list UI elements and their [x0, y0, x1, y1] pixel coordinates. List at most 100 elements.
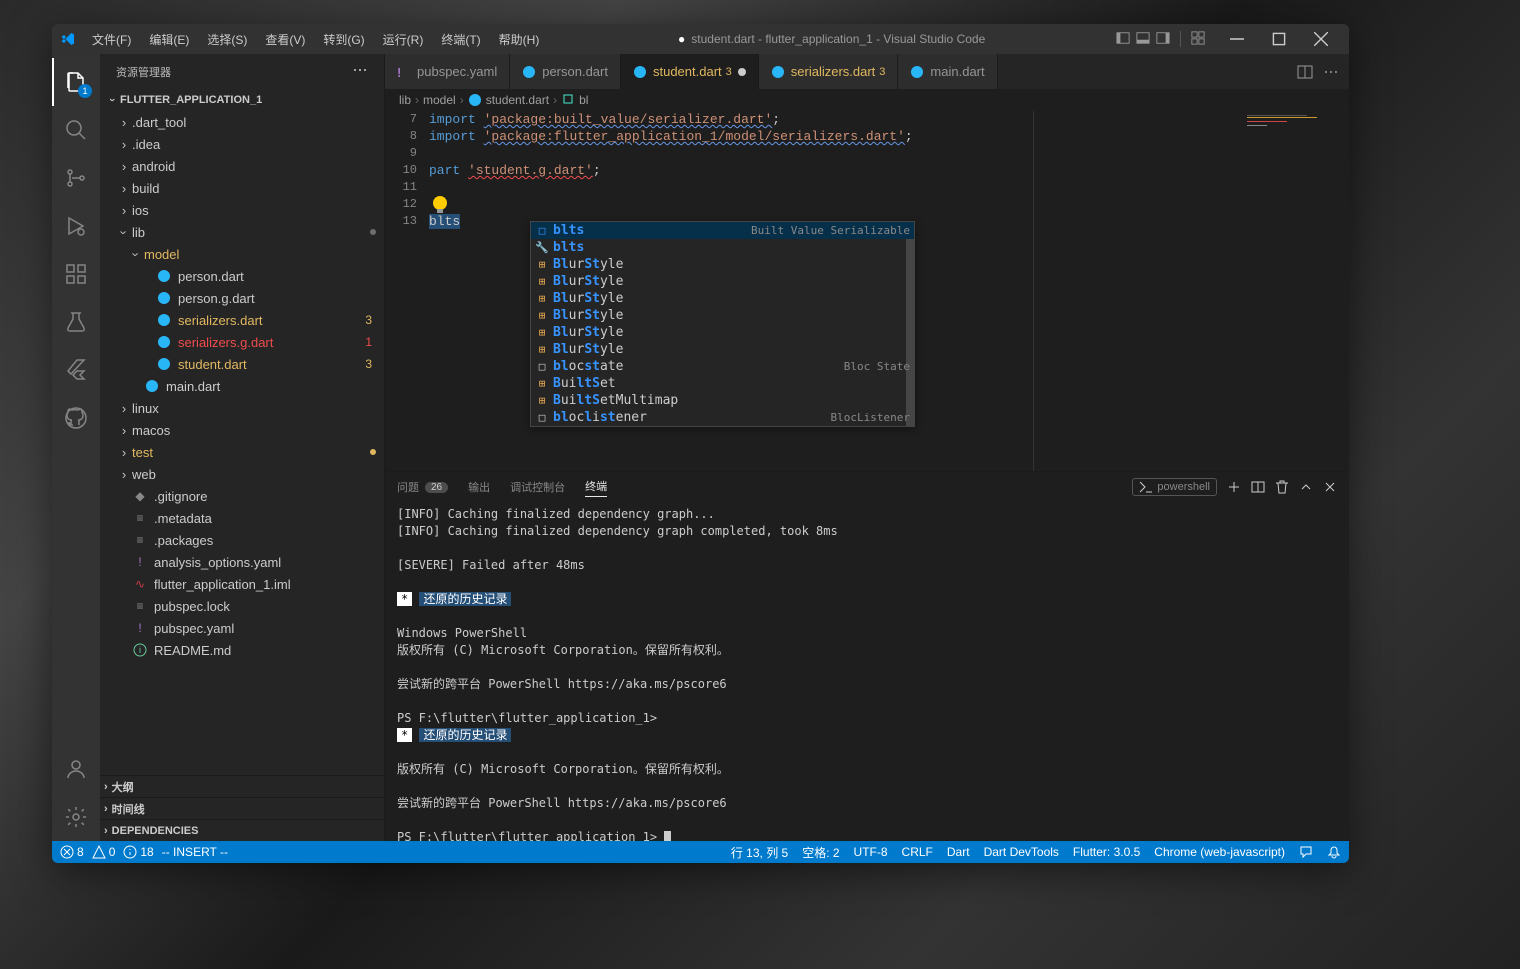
project-root[interactable]: › FLUTTER_APPLICATION_1 — [100, 89, 384, 111]
extensions-icon[interactable] — [52, 250, 100, 298]
menu-item[interactable]: 查看(V) — [257, 27, 313, 52]
folder-item[interactable]: ›test — [100, 441, 384, 463]
suggest-item[interactable]: ⊞BuiltSet — [531, 375, 914, 392]
suggest-item[interactable]: ⊞BlurStyle — [531, 273, 914, 290]
editor-tab[interactable]: person.dart — [510, 54, 621, 89]
run-icon[interactable] — [52, 202, 100, 250]
suggest-item[interactable]: □bltsBuilt Value Serializable — [531, 222, 914, 239]
suggest-item[interactable]: □blocstateBloc State — [531, 358, 914, 375]
file-item[interactable]: student.dart3 — [100, 353, 384, 375]
editor-tab[interactable]: main.dart — [898, 54, 997, 89]
status-info[interactable]: 18 — [123, 845, 153, 859]
folder-item[interactable]: ›build — [100, 177, 384, 199]
terminal-shell-select[interactable]: powershell — [1132, 478, 1217, 496]
file-item[interactable]: ≡.metadata — [100, 507, 384, 529]
folder-item[interactable]: ›web — [100, 463, 384, 485]
status-item[interactable]: UTF-8 — [854, 845, 888, 859]
more-icon[interactable] — [1323, 64, 1339, 80]
file-item[interactable]: !pubspec.yaml — [100, 617, 384, 639]
file-item[interactable]: iREADME.md — [100, 639, 384, 661]
menu-item[interactable]: 帮助(H) — [491, 27, 548, 52]
file-item[interactable]: ◆.gitignore — [100, 485, 384, 507]
split-terminal-icon[interactable] — [1251, 480, 1265, 494]
status-item[interactable]: 行 13, 列 5 — [731, 844, 788, 861]
sidebar-more-icon[interactable] — [352, 62, 368, 81]
testing-icon[interactable] — [52, 298, 100, 346]
menu-item[interactable]: 文件(F) — [84, 27, 139, 52]
file-item[interactable]: person.dart — [100, 265, 384, 287]
editor-tab[interactable]: student.dart3 — [621, 54, 759, 89]
account-icon[interactable] — [52, 745, 100, 793]
status-errors[interactable]: 8 — [60, 845, 84, 859]
layout-icon[interactable] — [1136, 31, 1150, 45]
minimize-button[interactable] — [1217, 24, 1257, 54]
feedback-icon[interactable] — [1299, 845, 1313, 859]
folder-item[interactable]: ›ios — [100, 199, 384, 221]
menu-item[interactable]: 选择(S) — [199, 27, 255, 52]
split-editor-icon[interactable] — [1297, 64, 1313, 80]
chevron-up-icon[interactable] — [1299, 480, 1313, 494]
explorer-icon[interactable]: 1 — [52, 58, 100, 106]
menu-item[interactable]: 编辑(E) — [141, 27, 197, 52]
folder-item[interactable]: ›.dart_tool — [100, 111, 384, 133]
status-item[interactable]: 空格: 2 — [802, 844, 839, 861]
file-item[interactable]: ≡.packages — [100, 529, 384, 551]
suggest-item[interactable]: ⊞BlurStyle — [531, 324, 914, 341]
editor-tab[interactable]: serializers.dart3 — [759, 54, 899, 89]
editor-tab[interactable]: !pubspec.yaml — [385, 54, 510, 89]
panel-tab[interactable]: 输出 — [468, 479, 490, 495]
menu-item[interactable]: 转到(G) — [315, 27, 372, 52]
suggest-item[interactable]: □bloclistenerBlocListener — [531, 409, 914, 426]
source-control-icon[interactable] — [52, 154, 100, 202]
suggest-widget[interactable]: □bltsBuilt Value Serializable🔧blts⊞BlurS… — [530, 221, 915, 427]
status-warnings[interactable]: 0 — [92, 845, 116, 859]
suggest-item[interactable]: ⊞BlurStyle — [531, 256, 914, 273]
folder-item[interactable]: ›linux — [100, 397, 384, 419]
lightbulb-icon[interactable] — [433, 196, 447, 210]
layout-icon[interactable] — [1156, 31, 1170, 45]
menu-item[interactable]: 运行(R) — [375, 27, 432, 52]
file-item[interactable]: person.g.dart — [100, 287, 384, 309]
maximize-button[interactable] — [1259, 24, 1299, 54]
sidebar-section[interactable]: ›时间线 — [100, 797, 384, 819]
suggest-item[interactable]: ⊞BlurStyle — [531, 290, 914, 307]
folder-item[interactable]: ›android — [100, 155, 384, 177]
folder-item[interactable]: ›lib — [100, 221, 384, 243]
panel-tab[interactable]: 调试控制台 — [510, 479, 565, 495]
sidebar-section[interactable]: ›DEPENDENCIES — [100, 819, 384, 841]
status-item[interactable]: Dart — [947, 845, 970, 859]
customize-layout-icon[interactable] — [1191, 31, 1205, 45]
folder-item[interactable]: ›macos — [100, 419, 384, 441]
layout-icon[interactable] — [1116, 31, 1130, 45]
trash-icon[interactable] — [1275, 480, 1289, 494]
file-item[interactable]: ∿flutter_application_1.iml — [100, 573, 384, 595]
panel-tab[interactable]: 问题26 — [397, 479, 448, 495]
new-terminal-icon[interactable] — [1227, 480, 1241, 494]
github-icon[interactable] — [52, 394, 100, 442]
panel-tab[interactable]: 终端 — [585, 478, 607, 497]
settings-icon[interactable] — [52, 793, 100, 841]
search-icon[interactable] — [52, 106, 100, 154]
minimap[interactable] — [1239, 111, 1349, 471]
menu-item[interactable]: 终端(T) — [433, 27, 488, 52]
close-button[interactable] — [1301, 24, 1341, 54]
file-item[interactable]: serializers.dart3 — [100, 309, 384, 331]
terminal-output[interactable]: [INFO] Caching finalized dependency grap… — [385, 502, 1349, 841]
close-panel-icon[interactable] — [1323, 480, 1337, 494]
suggest-item[interactable]: 🔧blts — [531, 239, 914, 256]
sidebar-section[interactable]: ›大纲 — [100, 775, 384, 797]
file-item[interactable]: serializers.g.dart1 — [100, 331, 384, 353]
folder-item[interactable]: ›model — [100, 243, 384, 265]
status-item[interactable]: Flutter: 3.0.5 — [1073, 845, 1140, 859]
file-item[interactable]: main.dart — [100, 375, 384, 397]
flutter-icon[interactable] — [52, 346, 100, 394]
file-item[interactable]: ≡pubspec.lock — [100, 595, 384, 617]
folder-item[interactable]: ›.idea — [100, 133, 384, 155]
status-item[interactable]: CRLF — [902, 845, 933, 859]
status-item[interactable]: Chrome (web-javascript) — [1154, 845, 1285, 859]
suggest-item[interactable]: ⊞BlurStyle — [531, 341, 914, 358]
suggest-item[interactable]: ⊞BuiltSetMultimap — [531, 392, 914, 409]
file-item[interactable]: !analysis_options.yaml — [100, 551, 384, 573]
suggest-item[interactable]: ⊞BlurStyle — [531, 307, 914, 324]
bell-icon[interactable] — [1327, 845, 1341, 859]
